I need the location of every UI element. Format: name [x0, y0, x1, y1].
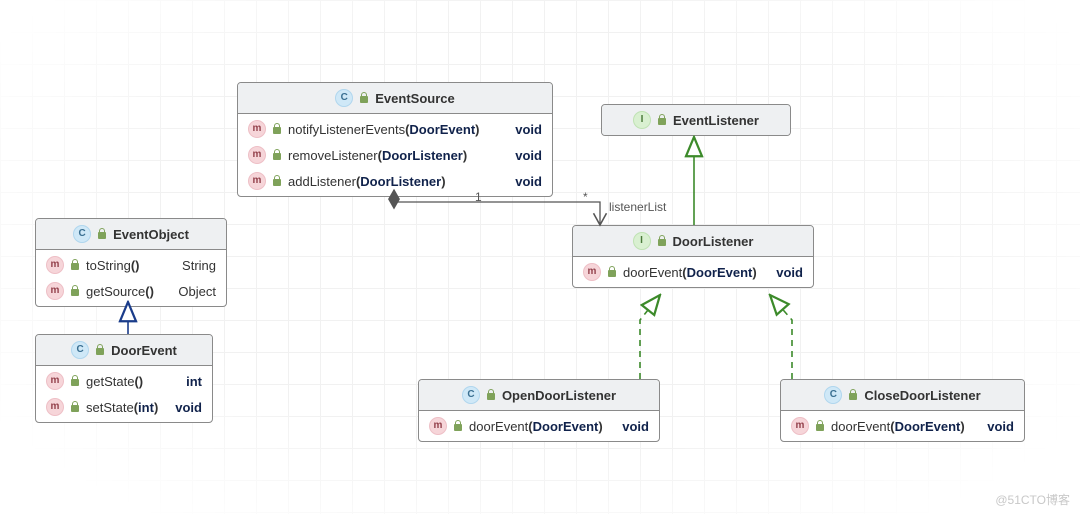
- method-icon: m: [248, 120, 266, 138]
- class-header: C EventSource: [238, 83, 552, 114]
- method-row: m doorEvent(DoorEvent) void: [573, 259, 813, 285]
- method-icon: m: [248, 172, 266, 190]
- interface-icon: I: [633, 111, 651, 129]
- method-row: m doorEvent(DoorEvent) void: [781, 413, 1024, 439]
- return-type: int: [186, 374, 202, 389]
- lock-icon: [272, 123, 282, 135]
- class-icon: C: [73, 225, 91, 243]
- method-icon: m: [791, 417, 809, 435]
- return-type: void: [515, 174, 542, 189]
- lock-icon: [359, 92, 369, 104]
- lock-icon: [70, 285, 80, 297]
- lock-icon: [486, 389, 496, 401]
- watermark: @51CTO博客: [995, 491, 1070, 508]
- class-name: EventSource: [375, 91, 454, 106]
- lock-icon: [453, 420, 463, 432]
- class-body: m doorEvent(DoorEvent) void: [573, 257, 813, 287]
- method-icon: m: [46, 282, 64, 300]
- method-row: m getSource() Object: [36, 278, 226, 304]
- lock-icon: [657, 114, 667, 126]
- lock-icon: [95, 344, 105, 356]
- method-signature: notifyListenerEvents(DoorEvent): [288, 122, 480, 137]
- role-name: listenerList: [609, 200, 666, 214]
- multiplicity-source: 1: [475, 190, 482, 204]
- class-name: DoorListener: [673, 234, 754, 249]
- method-signature: doorEvent(DoorEvent): [623, 265, 757, 280]
- method-icon: m: [248, 146, 266, 164]
- class-icon: C: [335, 89, 353, 107]
- lock-icon: [272, 149, 282, 161]
- class-icon: C: [71, 341, 89, 359]
- lock-icon: [70, 259, 80, 271]
- class-EventSource: C EventSource m notifyListenerEvents(Doo…: [237, 82, 553, 197]
- method-signature: setState(int): [86, 400, 158, 415]
- class-header: I DoorListener: [573, 226, 813, 257]
- class-header: I EventListener: [602, 105, 790, 135]
- lock-icon: [607, 266, 617, 278]
- lock-icon: [70, 401, 80, 413]
- class-CloseDoorListener: C CloseDoorListener m doorEvent(DoorEven…: [780, 379, 1025, 442]
- method-icon: m: [46, 372, 64, 390]
- class-body: m doorEvent(DoorEvent) void: [419, 411, 659, 441]
- class-icon: C: [824, 386, 842, 404]
- return-type: void: [622, 419, 649, 434]
- method-signature: doorEvent(DoorEvent): [831, 419, 965, 434]
- class-header: C CloseDoorListener: [781, 380, 1024, 411]
- class-name: EventObject: [113, 227, 189, 242]
- method-row: m getState() int: [36, 368, 212, 394]
- class-name: EventListener: [673, 113, 759, 128]
- method-icon: m: [46, 256, 64, 274]
- class-body: m doorEvent(DoorEvent) void: [781, 411, 1024, 441]
- method-icon: m: [429, 417, 447, 435]
- method-row: m doorEvent(DoorEvent) void: [419, 413, 659, 439]
- lock-icon: [97, 228, 107, 240]
- return-type: void: [515, 148, 542, 163]
- method-icon: m: [46, 398, 64, 416]
- method-signature: doorEvent(DoorEvent): [469, 419, 603, 434]
- multiplicity-target: *: [583, 190, 588, 204]
- method-signature: getSource(): [86, 284, 154, 299]
- method-signature: toString(): [86, 258, 139, 273]
- class-body: m getState() int m setState(int) void: [36, 366, 212, 422]
- class-name: OpenDoorListener: [502, 388, 616, 403]
- method-icon: m: [583, 263, 601, 281]
- class-name: DoorEvent: [111, 343, 177, 358]
- class-body: m toString() String m getSource() Object: [36, 250, 226, 306]
- class-icon: C: [462, 386, 480, 404]
- lock-icon: [848, 389, 858, 401]
- interface-EventListener: I EventListener: [601, 104, 791, 136]
- class-header: C OpenDoorListener: [419, 380, 659, 411]
- method-signature: addListener(DoorListener): [288, 174, 446, 189]
- return-type: void: [175, 400, 202, 415]
- class-header: C EventObject: [36, 219, 226, 250]
- class-header: C DoorEvent: [36, 335, 212, 366]
- lock-icon: [815, 420, 825, 432]
- method-row: m toString() String: [36, 252, 226, 278]
- method-row: m addListener(DoorListener) void: [238, 168, 552, 194]
- class-name: CloseDoorListener: [864, 388, 980, 403]
- class-OpenDoorListener: C OpenDoorListener m doorEvent(DoorEvent…: [418, 379, 660, 442]
- lock-icon: [70, 375, 80, 387]
- return-type: Object: [178, 284, 216, 299]
- lock-icon: [657, 235, 667, 247]
- method-signature: getState(): [86, 374, 143, 389]
- method-signature: removeListener(DoorListener): [288, 148, 467, 163]
- class-DoorEvent: C DoorEvent m getState() int m setState(…: [35, 334, 213, 423]
- method-row: m setState(int) void: [36, 394, 212, 420]
- return-type: String: [182, 258, 216, 273]
- return-type: void: [776, 265, 803, 280]
- interface-DoorListener: I DoorListener m doorEvent(DoorEvent) vo…: [572, 225, 814, 288]
- return-type: void: [987, 419, 1014, 434]
- method-row: m notifyListenerEvents(DoorEvent) void: [238, 116, 552, 142]
- method-row: m removeListener(DoorListener) void: [238, 142, 552, 168]
- class-body: m notifyListenerEvents(DoorEvent) void m…: [238, 114, 552, 196]
- interface-icon: I: [633, 232, 651, 250]
- lock-icon: [272, 175, 282, 187]
- class-EventObject: C EventObject m toString() String m getS…: [35, 218, 227, 307]
- return-type: void: [515, 122, 542, 137]
